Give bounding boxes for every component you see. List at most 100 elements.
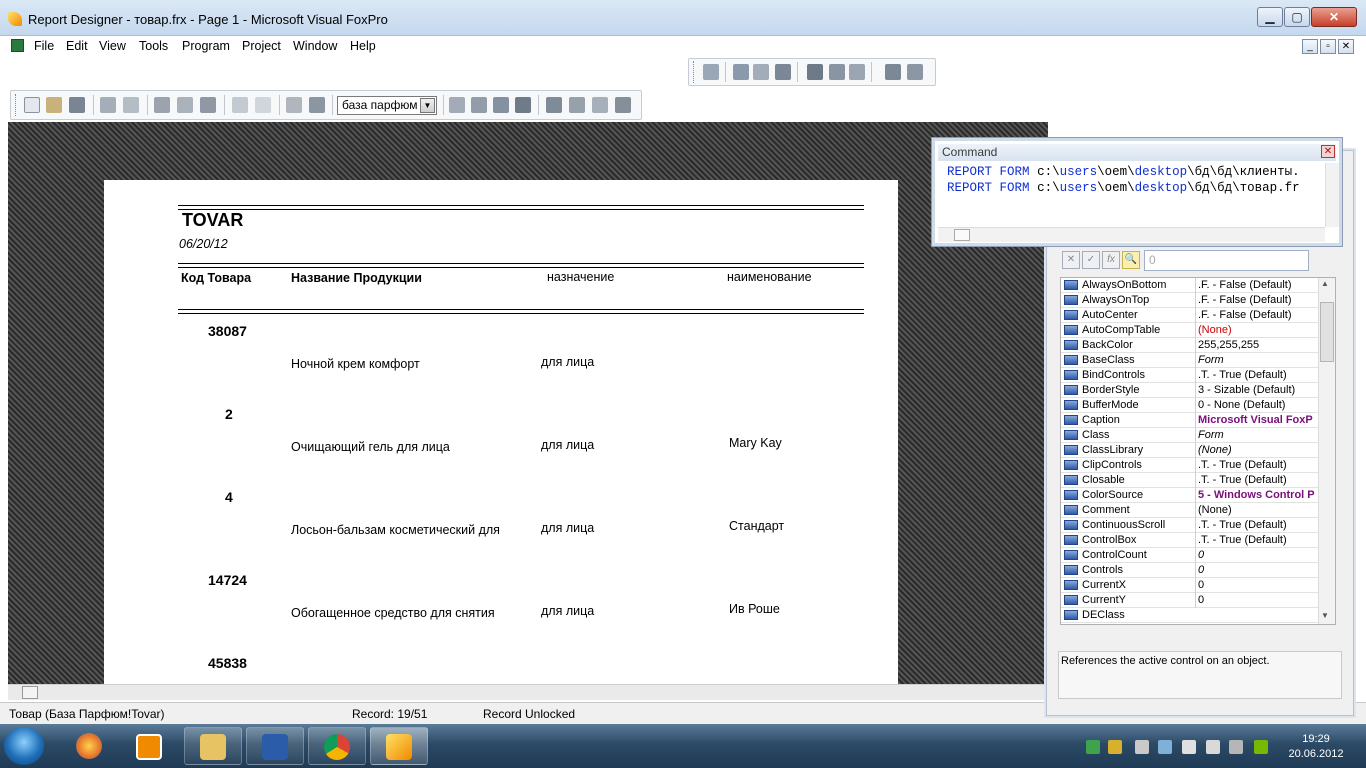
scrollbar-thumb[interactable] — [1320, 302, 1334, 362]
property-row[interactable]: ClipControls .T. - True (Default) — [1061, 458, 1319, 473]
function-icon[interactable]: fx — [1102, 251, 1120, 269]
database-designer-icon[interactable] — [493, 97, 509, 113]
mdi-close-button[interactable]: ✕ — [1338, 39, 1354, 54]
firefox-icon[interactable] — [76, 733, 102, 759]
flag-icon[interactable] — [1135, 740, 1149, 754]
open-folder-icon[interactable] — [46, 97, 62, 113]
property-row[interactable]: BindControls .T. - True (Default) — [1061, 368, 1319, 383]
property-list[interactable]: AlwaysOnBottom .F. - False (Default) Alway… — [1060, 277, 1336, 625]
command-window-icon[interactable] — [449, 97, 465, 113]
property-row[interactable]: BackColor 255,255,255 — [1061, 338, 1319, 353]
new-file-icon[interactable] — [24, 97, 40, 113]
command-line[interactable]: REPORT FORM c:\users\oem\desktop\бд\бд\т… — [947, 181, 1300, 195]
print-preview-icon[interactable] — [123, 97, 139, 113]
zoom-icon[interactable]: 🔍 — [1122, 251, 1140, 269]
property-row[interactable]: AlwaysOnBottom .F. - False (Default) — [1061, 278, 1319, 293]
property-row[interactable]: AutoCenter .F. - False (Default) — [1061, 308, 1319, 323]
property-row[interactable]: AlwaysOnTop .F. - False (Default) — [1061, 293, 1319, 308]
cancel-value-button[interactable]: ✕ — [1062, 251, 1080, 269]
nvidia-icon[interactable] — [1254, 740, 1268, 754]
start-button[interactable] — [4, 727, 44, 765]
command-vertical-scrollbar[interactable] — [1325, 163, 1339, 227]
accept-value-button[interactable]: ✓ — [1082, 251, 1100, 269]
tray-arrow-icon[interactable] — [1086, 740, 1100, 754]
property-value-input[interactable]: 0 — [1144, 250, 1309, 271]
property-row[interactable]: Closable .T. - True (Default) — [1061, 473, 1319, 488]
shield-icon[interactable] — [1108, 740, 1122, 754]
title-bar[interactable]: Report Designer - товар.frx - Page 1 - M… — [0, 0, 1366, 36]
layout-icon[interactable] — [849, 64, 865, 80]
builder-icon[interactable] — [615, 97, 631, 113]
taskbar-foxpro-button[interactable] — [370, 727, 428, 765]
undo-icon[interactable] — [232, 97, 248, 113]
toolbox-icon[interactable] — [569, 97, 585, 113]
data-environment-icon[interactable] — [703, 64, 719, 80]
copy-icon[interactable] — [177, 97, 193, 113]
cut-icon[interactable] — [154, 97, 170, 113]
document-icon[interactable] — [11, 39, 24, 52]
tools-icon[interactable] — [807, 64, 823, 80]
scrollbar-thumb[interactable] — [954, 229, 970, 241]
code-references-icon[interactable] — [546, 97, 562, 113]
property-row[interactable]: ClassLibrary (None) — [1061, 443, 1319, 458]
network-icon[interactable] — [1158, 740, 1172, 754]
signal-icon[interactable] — [1182, 740, 1196, 754]
toolbar-grip[interactable] — [15, 94, 17, 116]
property-row[interactable]: BorderStyle 3 - Sizable (Default) — [1061, 383, 1319, 398]
font-icon[interactable] — [775, 64, 791, 80]
property-row[interactable]: Controls 0 — [1061, 563, 1319, 578]
taskbar-word-button[interactable] — [246, 727, 304, 765]
chevron-down-icon[interactable]: ▼ — [420, 98, 435, 113]
save-icon[interactable] — [69, 97, 85, 113]
menu-tools[interactable]: Tools — [139, 39, 168, 53]
property-row[interactable]: ColorSource 5 - Windows Control P — [1061, 488, 1319, 503]
report-controls-icon[interactable] — [885, 64, 901, 80]
property-row[interactable]: AutoCompTable (None) — [1061, 323, 1319, 338]
property-row[interactable]: CurrentX 0 — [1061, 578, 1319, 593]
mdi-restore-button[interactable]: ▫ — [1320, 39, 1336, 54]
menu-help[interactable]: Help — [350, 39, 376, 53]
property-row[interactable]: CurrentY 0 — [1061, 593, 1319, 608]
property-row[interactable]: ControlCount 0 — [1061, 548, 1319, 563]
property-row[interactable]: Caption Microsoft Visual FoxP — [1061, 413, 1319, 428]
database-combo[interactable]: база парфюм ▼ — [337, 96, 437, 115]
run-icon[interactable] — [286, 97, 302, 113]
data-session-icon[interactable] — [471, 97, 487, 113]
menu-view[interactable]: View — [99, 39, 126, 53]
property-row[interactable]: ContinuousScroll .T. - True (Default) — [1061, 518, 1319, 533]
sync-icon[interactable] — [1229, 740, 1243, 754]
chevron-down-icon[interactable]: ▼ — [1321, 611, 1329, 620]
mdi-minimize-button[interactable]: _ — [1302, 39, 1318, 54]
task-pane-icon[interactable] — [592, 97, 608, 113]
taskbar-chrome-button[interactable] — [308, 727, 366, 765]
toolbar-grip[interactable] — [693, 61, 695, 83]
property-row[interactable]: BaseClass Form — [1061, 353, 1319, 368]
property-row[interactable]: DEClass — [1061, 608, 1319, 623]
palette-icon[interactable] — [907, 64, 923, 80]
command-line[interactable]: REPORT FORM c:\users\oem\desktop\бд\бд\к… — [947, 165, 1300, 179]
property-row[interactable]: Class Form — [1061, 428, 1319, 443]
maximize-button[interactable]: ▢ — [1284, 7, 1310, 27]
speaker-icon[interactable] — [1206, 740, 1220, 754]
scrollbar-thumb[interactable] — [22, 686, 38, 699]
menu-project[interactable]: Project — [242, 39, 281, 53]
print-icon[interactable] — [100, 97, 116, 113]
command-horizontal-scrollbar[interactable] — [938, 227, 1325, 242]
menu-file[interactable]: File — [34, 39, 54, 53]
chevron-up-icon[interactable]: ▲ — [1321, 279, 1329, 288]
group-icon[interactable] — [733, 64, 749, 80]
command-window-title[interactable]: Command — [938, 144, 1336, 161]
menu-edit[interactable]: Edit — [66, 39, 88, 53]
horizontal-scrollbar[interactable] — [8, 684, 1048, 700]
property-row[interactable]: Comment (None) — [1061, 503, 1319, 518]
paste-icon[interactable] — [200, 97, 216, 113]
modify-form-icon[interactable] — [309, 97, 325, 113]
property-list-scrollbar[interactable]: ▲ ▼ — [1318, 278, 1335, 624]
report-designer-icon[interactable] — [515, 97, 531, 113]
command-window[interactable]: Command ✕ REPORT FORM c:\users\oem\deskt… — [932, 138, 1342, 246]
variables-icon[interactable] — [753, 64, 769, 80]
property-row[interactable]: ControlBox .T. - True (Default) — [1061, 533, 1319, 548]
menu-window[interactable]: Window — [293, 39, 337, 53]
taskbar-explorer-button[interactable] — [184, 727, 242, 765]
menu-program[interactable]: Program — [182, 39, 230, 53]
